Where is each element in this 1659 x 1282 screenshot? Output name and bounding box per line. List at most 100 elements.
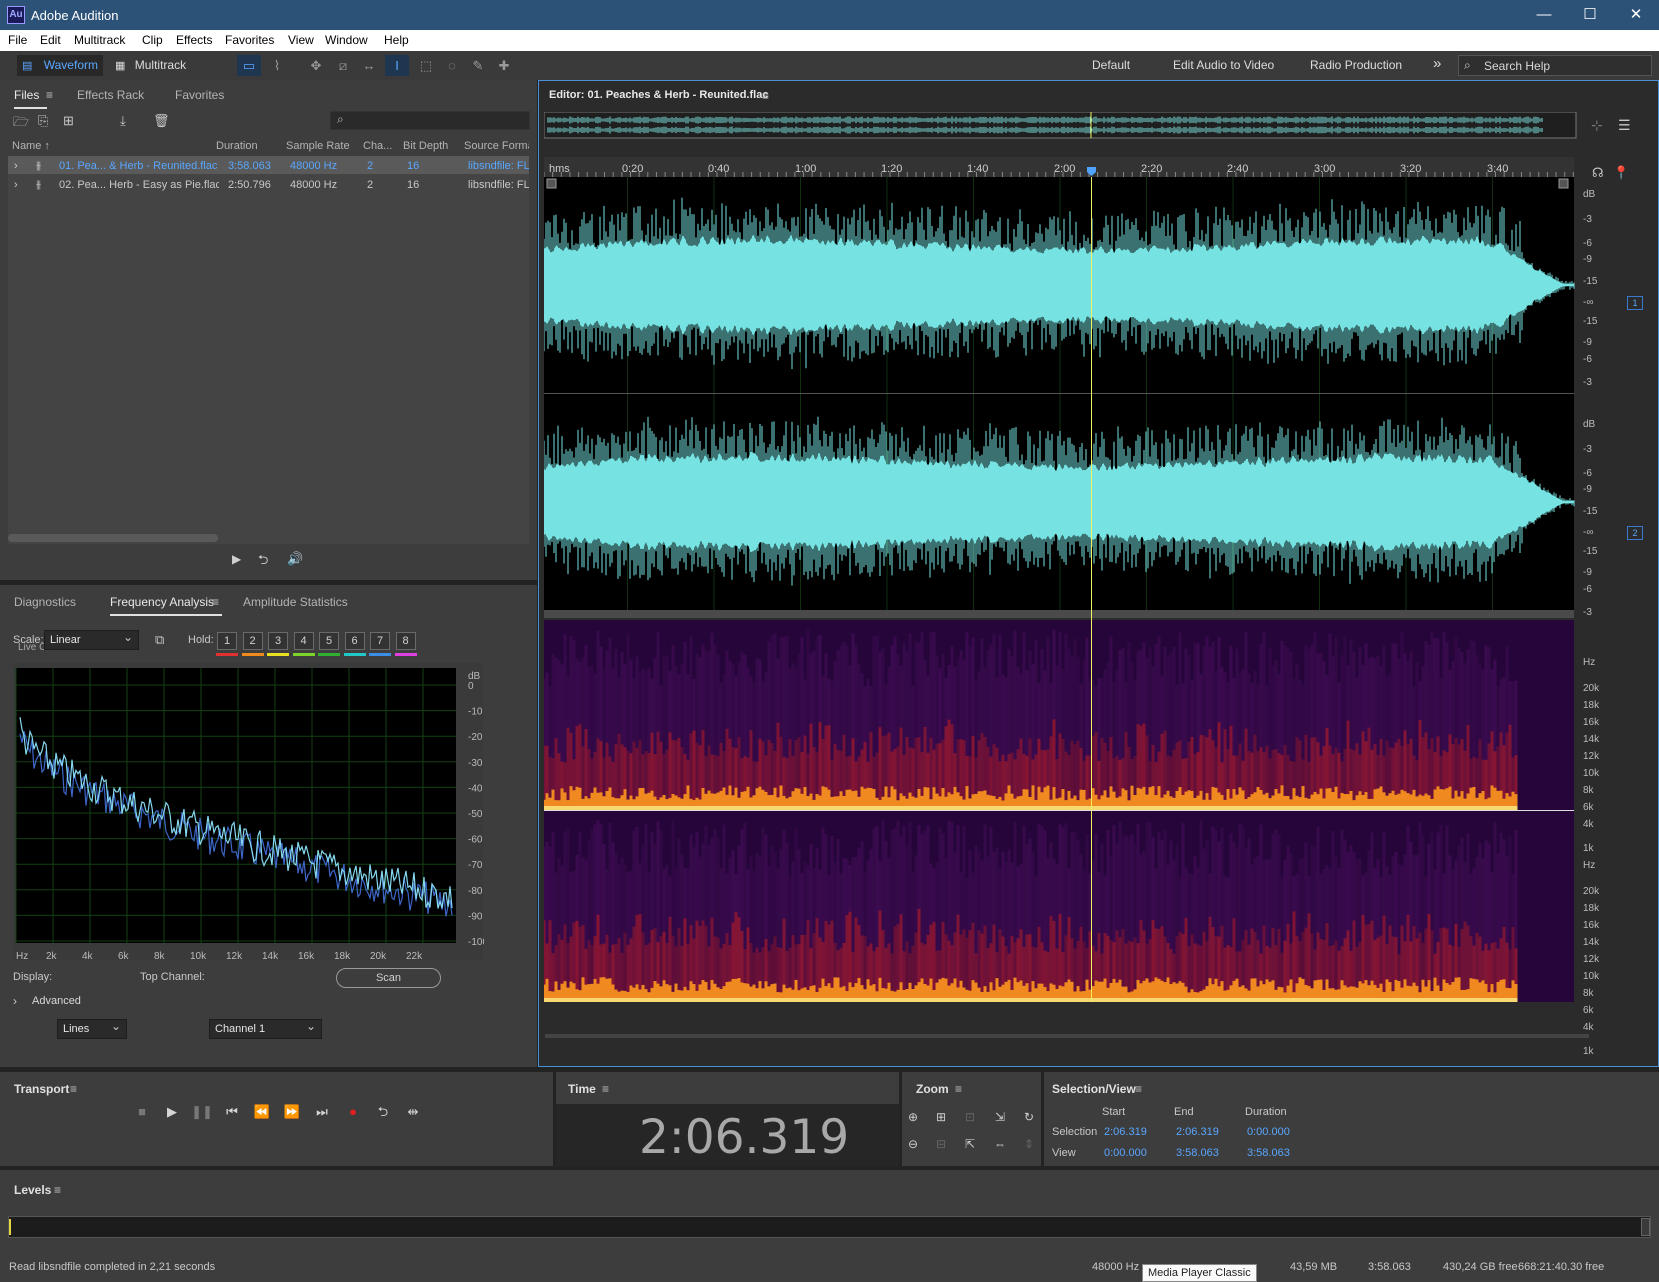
view-end[interactable]: 3:58.063 [1176, 1147, 1219, 1159]
maximize-button[interactable]: ☐ [1567, 0, 1613, 30]
pitch-view-icon[interactable]: ⌇ [267, 56, 287, 75]
selection-end[interactable]: 2:06.319 [1176, 1126, 1219, 1138]
search-help-field[interactable]: ⌕ Search Help [1458, 55, 1652, 76]
column-duration[interactable]: Duration [216, 140, 258, 152]
tab-files[interactable]: Files [14, 88, 48, 109]
selection-start[interactable]: 2:06.319 [1104, 1126, 1147, 1138]
channel-2-badge[interactable]: 2 [1627, 526, 1643, 540]
display-dropdown[interactable]: Lines [57, 1017, 127, 1039]
top-channel-dropdown[interactable]: Channel 1 [209, 1017, 322, 1039]
move-tool-icon[interactable]: ✥ [306, 56, 326, 75]
hold-button-4[interactable]: 4 [293, 632, 314, 650]
editor-menu-icon[interactable]: ≡ [762, 89, 769, 103]
fast-forward-icon[interactable]: ⏩ [281, 1101, 303, 1123]
transport-menu-icon[interactable]: ≡ [70, 1082, 77, 1096]
time-selection-tool-icon[interactable]: I [387, 56, 407, 75]
open-file-icon[interactable]: 🗁 [13, 113, 29, 135]
menu-window[interactable]: Window [325, 33, 368, 47]
column-bit-depth[interactable]: Bit Depth [403, 140, 448, 152]
hold-button-3[interactable]: 3 [268, 632, 288, 650]
workspace-radio-production[interactable]: Radio Production [1310, 56, 1402, 75]
files-scrollbar[interactable] [8, 534, 218, 542]
file-row-1[interactable]: › ⫵ 01. Pea... & Herb - Reunited.flac 3:… [8, 157, 529, 175]
waveform-mode-button[interactable]: ▤ Waveform [22, 56, 98, 75]
new-file-icon[interactable]: ⊞ [63, 113, 74, 129]
selection-duration[interactable]: 0:00.000 [1247, 1126, 1290, 1138]
tab-amplitude-statistics[interactable]: Amplitude Statistics [243, 595, 348, 609]
multitrack-mode-button[interactable]: ▦ Multitrack [115, 56, 186, 75]
advanced-chevron-icon[interactable]: › [13, 994, 17, 1008]
column-source-format[interactable]: Source Forma [464, 140, 529, 152]
zoom-out-amplitude-icon[interactable]: ⊖ [903, 1134, 923, 1154]
advanced-toggle[interactable]: Advanced [32, 995, 81, 1007]
brush-tool-icon[interactable]: ✎ [468, 56, 488, 75]
menu-view[interactable]: View [288, 33, 314, 47]
hold-button-2[interactable]: 2 [242, 632, 263, 650]
hold-button-6[interactable]: 6 [344, 632, 365, 650]
play-icon[interactable]: ▶ [161, 1101, 183, 1123]
marquee-tool-icon[interactable]: ⬚ [416, 56, 436, 75]
file-row-2[interactable]: › ⫵ 02. Pea... Herb - Easy as Pie.flac 2… [8, 176, 529, 194]
stop-icon[interactable]: ■ [131, 1101, 153, 1123]
menu-multitrack[interactable]: Multitrack [74, 33, 125, 47]
loop-playback-icon[interactable]: ⮌ [372, 1101, 394, 1123]
menu-edit[interactable]: Edit [40, 33, 61, 47]
pause-icon[interactable]: ❚❚ [191, 1101, 213, 1123]
zoom-out-full-amplitude-icon[interactable]: ⇕ [1019, 1134, 1039, 1154]
files-search-input[interactable]: ⌕ [330, 111, 530, 130]
selection-view-menu-icon[interactable]: ≡ [1135, 1082, 1142, 1096]
hold-button-5[interactable]: 5 [319, 632, 339, 650]
view-start[interactable]: 0:00.000 [1104, 1147, 1147, 1159]
zoom-in-point-icon[interactable]: ⇲ [990, 1107, 1010, 1127]
column-sample-rate[interactable]: Sample Rate [286, 140, 350, 152]
zoom-menu-icon[interactable]: ≡ [955, 1082, 962, 1096]
tab-frequency-analysis[interactable]: Frequency Analysis [110, 595, 223, 616]
tab-diagnostics[interactable]: Diagnostics [14, 595, 76, 609]
levels-menu-icon[interactable]: ≡ [54, 1183, 61, 1197]
zoom-in-amplitude-icon[interactable]: ⊕ [903, 1107, 923, 1127]
expand-chevron-icon[interactable]: › [14, 160, 18, 172]
minimize-button[interactable]: — [1521, 0, 1567, 30]
zoom-out-point-icon[interactable]: ⇱ [960, 1134, 980, 1154]
level-clip-indicator[interactable] [1641, 1218, 1650, 1236]
preview-loop-icon[interactable]: ⮌ [258, 551, 268, 573]
menu-clip[interactable]: Clip [142, 33, 163, 47]
razor-tool-icon[interactable]: ⧄ [333, 56, 353, 75]
expand-chevron-icon[interactable]: › [14, 179, 18, 191]
skip-selection-icon[interactable]: ⇹ [402, 1101, 424, 1123]
zoom-out-full-time-icon[interactable]: ⇔ [990, 1134, 1010, 1154]
zoom-out-time-icon[interactable]: ⊟ [931, 1134, 951, 1154]
slip-tool-icon[interactable]: ↔ [359, 56, 379, 75]
delete-file-icon[interactable]: 🗑 [153, 113, 170, 129]
hold-button-1[interactable]: 1 [217, 632, 237, 650]
menu-help[interactable]: Help [384, 33, 409, 47]
zoom-in-time-icon[interactable]: ⊞ [931, 1107, 951, 1127]
zoom-to-selection-icon[interactable]: ⊡ [960, 1107, 980, 1127]
column-name[interactable]: Name ↑ [12, 140, 50, 152]
tab-favorites[interactable]: Favorites [175, 88, 224, 102]
lasso-tool-icon[interactable]: ◌ [442, 56, 462, 75]
menu-favorites[interactable]: Favorites [225, 33, 274, 47]
tab-effects-rack[interactable]: Effects Rack [77, 88, 144, 102]
menu-file[interactable]: File [8, 33, 27, 47]
workspace-edit-audio-to-video[interactable]: Edit Audio to Video [1173, 56, 1274, 75]
spot-healing-tool-icon[interactable]: ✚ [494, 56, 514, 75]
hold-button-7[interactable]: 7 [370, 632, 390, 650]
more-workspaces-icon[interactable]: » [1433, 54, 1441, 73]
skip-to-start-icon[interactable]: ⏮ [221, 1101, 243, 1123]
column-channels[interactable]: Cha... [363, 140, 392, 152]
auto-play-icon[interactable]: 🔊 [287, 551, 303, 567]
menu-effects[interactable]: Effects [176, 33, 212, 47]
time-menu-icon[interactable]: ≡ [602, 1082, 609, 1096]
files-panel-menu-icon[interactable]: ≡ [46, 88, 53, 102]
workspace-default[interactable]: Default [1092, 56, 1130, 75]
spectral-view-icon[interactable]: ▭ [239, 56, 259, 75]
hold-button-8[interactable]: 8 [395, 632, 416, 650]
record-icon[interactable]: ● [342, 1101, 364, 1123]
scale-dropdown[interactable]: Linear [44, 628, 139, 650]
rewind-icon[interactable]: ⏪ [251, 1101, 273, 1123]
frame-view-icon[interactable]: ⧉ [155, 632, 164, 648]
close-button[interactable]: ✕ [1613, 0, 1659, 30]
skip-to-end-icon[interactable]: ⏭ [311, 1101, 333, 1123]
channel-1-badge[interactable]: 1 [1627, 296, 1643, 310]
